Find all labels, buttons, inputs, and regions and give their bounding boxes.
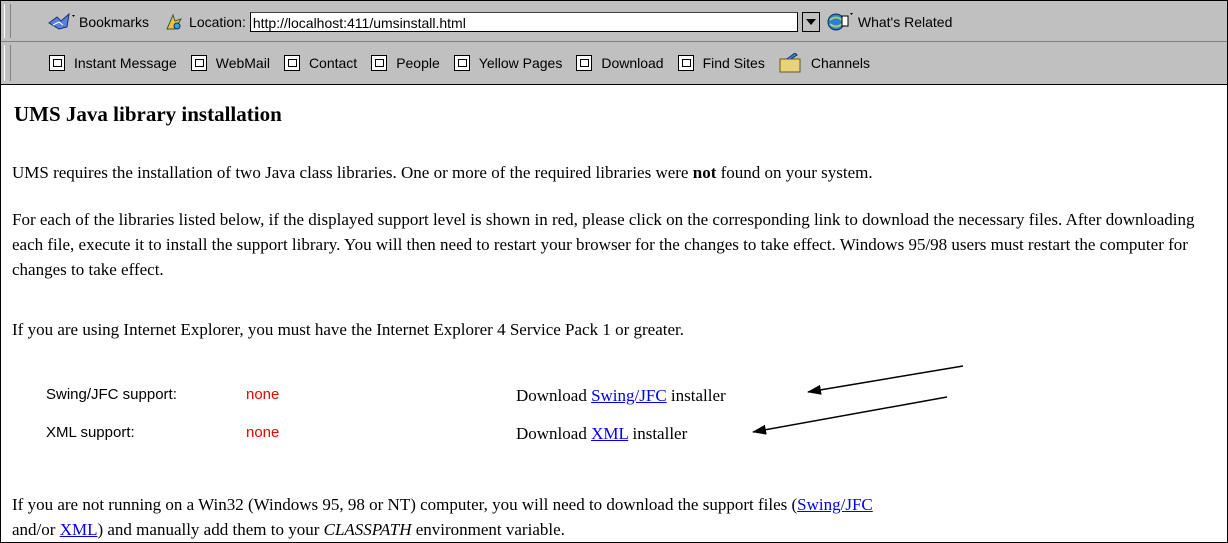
arrow-to-swing-link xyxy=(807,365,964,395)
arrow-to-xml-link xyxy=(752,396,948,435)
annotation-arrows xyxy=(752,365,964,435)
